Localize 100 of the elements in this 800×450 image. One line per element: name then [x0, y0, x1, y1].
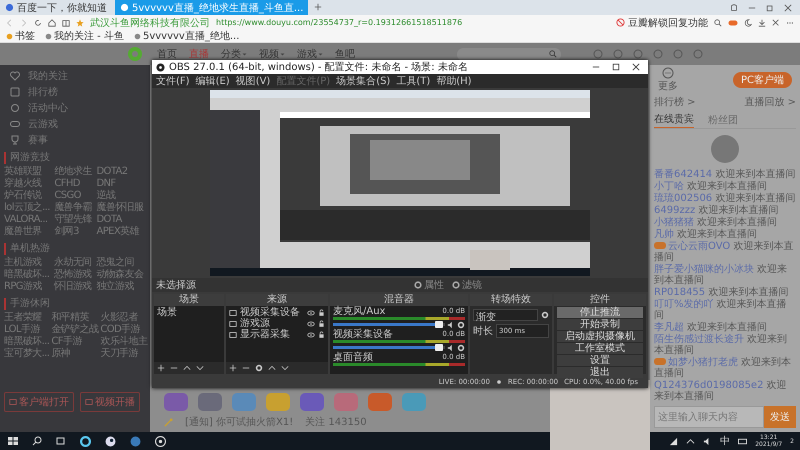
category-link[interactable]: 穿越火线: [4, 178, 52, 190]
category-link[interactable]: 守望先锋: [54, 214, 94, 226]
category-link[interactable]: 魔兽怀旧服: [96, 202, 146, 214]
category-link[interactable]: 炉石传说: [4, 190, 52, 202]
sidebar-link[interactable]: 云游戏: [28, 117, 58, 131]
category-link[interactable]: 魔兽争霸: [54, 202, 94, 214]
site-identity: 武汉斗鱼网络科技有限公司: [90, 16, 210, 30]
nav-link[interactable]: 视频: [259, 47, 285, 61]
panel-link[interactable]: 直播回放 >: [744, 95, 796, 109]
control-button[interactable]: 工作室模式: [557, 343, 643, 354]
sidebar-link[interactable]: 赛事: [28, 133, 48, 147]
chat-input[interactable]: 这里输入聊天内容: [654, 406, 764, 428]
sidebar-link[interactable]: 排行榜: [28, 85, 58, 99]
category-link[interactable]: VALORA...: [4, 214, 52, 226]
browser-tab[interactable]: 5vvvvvv直播_绝地求生直播_斗鱼直...: [115, 0, 308, 15]
nav-link[interactable]: 首页: [157, 47, 177, 61]
gift-icon[interactable]: [402, 393, 426, 411]
category-link[interactable]: 和平精英: [51, 312, 98, 324]
category-link[interactable]: 剑网3: [54, 226, 94, 238]
filter-icon: [452, 281, 460, 289]
nav-link[interactable]: 鱼吧: [335, 47, 355, 61]
bookmark-link[interactable]: 书签: [15, 29, 35, 43]
gift-icon[interactable]: [368, 393, 392, 411]
category-link[interactable]: 魔兽世界: [4, 226, 52, 238]
panel-tab[interactable]: 在线贵宾: [654, 111, 694, 128]
gift-icon[interactable]: [164, 393, 188, 411]
category-link[interactable]: lol云顶之...: [4, 202, 52, 214]
menu-item[interactable]: 视图(V): [236, 74, 270, 88]
category-link[interactable]: 金铲铲之战: [51, 324, 98, 336]
category-link[interactable]: 逆战: [96, 190, 146, 202]
category-link[interactable]: 独立游戏: [96, 281, 146, 293]
category-link[interactable]: DNF: [96, 178, 146, 190]
category-link[interactable]: DOTA2: [96, 166, 146, 178]
send-button[interactable]: 发送: [764, 406, 796, 428]
bookmark-link[interactable]: 5vvvvvv直播_绝地...: [142, 29, 240, 43]
control-button[interactable]: 停止推流: [557, 307, 643, 318]
category-link[interactable]: 恐怖游戏: [54, 269, 94, 281]
category-link[interactable]: 原神: [51, 348, 98, 360]
control-button[interactable]: 开始录制: [557, 319, 643, 330]
gift-icon[interactable]: [198, 393, 222, 411]
gift-icon[interactable]: [300, 393, 324, 411]
category-link[interactable]: 王者荣耀: [4, 312, 50, 324]
category-link[interactable]: 英雄联盟: [4, 166, 52, 178]
scene-item[interactable]: 场景: [157, 307, 221, 318]
search-field[interactable]: [457, 48, 561, 60]
menu-item[interactable]: 编辑(E): [196, 74, 230, 88]
source-status: 未选择源: [156, 278, 197, 292]
menu-item[interactable]: 文件(F): [156, 74, 190, 88]
category-link[interactable]: DOTA: [96, 214, 146, 226]
toolbar-button[interactable]: 属性: [414, 278, 444, 292]
category-link[interactable]: 宝可梦大...: [4, 348, 50, 360]
chat-message: 陌生伤感过渡长途升 欢迎来到本直播间: [654, 334, 788, 356]
category-link[interactable]: 火影忍者: [100, 312, 148, 324]
control-button[interactable]: 设置: [557, 355, 643, 366]
sidebar-link[interactable]: 我的关注: [28, 69, 68, 83]
gift-icon[interactable]: [266, 393, 290, 411]
category-link[interactable]: RPG游戏: [4, 281, 52, 293]
category-link[interactable]: CFHD: [54, 178, 94, 190]
category-link[interactable]: 绝地求生: [54, 166, 94, 178]
transition-select[interactable]: 渐变: [473, 309, 538, 321]
category-link[interactable]: 怀旧游戏: [54, 281, 94, 293]
category-link[interactable]: 恐鬼之间: [96, 257, 146, 269]
gift-icon[interactable]: [334, 393, 358, 411]
category-link[interactable]: LOL手游: [4, 324, 50, 336]
category-link[interactable]: COD手游: [100, 324, 148, 336]
menu-item[interactable]: 工具(T): [396, 74, 430, 88]
category-link[interactable]: 动物森友会: [96, 269, 146, 281]
panel-link[interactable]: 排行榜 >: [654, 95, 696, 109]
category-link[interactable]: 欢乐斗地主: [100, 336, 148, 348]
gift-icon[interactable]: [232, 393, 256, 411]
category-link[interactable]: 暗黑破坏...: [4, 336, 50, 348]
control-button[interactable]: 启动虚拟摄像机: [557, 331, 643, 342]
menu-item[interactable]: 场景集合(S): [336, 74, 390, 88]
category-link[interactable]: 永劫无间: [54, 257, 94, 269]
ime-indicator[interactable]: 中: [720, 434, 730, 448]
menu-item[interactable]: 帮助(H): [436, 74, 472, 88]
address-field[interactable]: https://www.douyu.com/23554737_r=0.19312661518511876: [216, 18, 462, 27]
client-button[interactable]: PC客户端: [732, 72, 792, 88]
nav-link[interactable]: 直播: [189, 47, 209, 61]
category-link[interactable]: CSGO: [54, 190, 94, 202]
category-link[interactable]: 主机游戏: [4, 257, 52, 269]
source-item[interactable]: 游戏源: [240, 318, 304, 329]
category-link[interactable]: CF手游: [51, 336, 98, 348]
source-item[interactable]: 视频采集设备: [240, 307, 304, 318]
category-link[interactable]: APEX英雄: [96, 226, 146, 238]
nav-link[interactable]: 分类: [221, 47, 247, 61]
category-link[interactable]: 暗黑破坏...: [4, 269, 52, 281]
more-button[interactable]: 更多: [658, 67, 678, 93]
promo-link[interactable]: 豆瓣解锁回复功能: [628, 16, 708, 30]
sidebar-link[interactable]: 活动中心: [28, 101, 68, 115]
browser-tab[interactable]: 百度一下，你就知道: [0, 0, 115, 15]
bookmark-link[interactable]: 我的关注 - 斗鱼: [54, 29, 124, 43]
nav-link[interactable]: 游戏: [297, 47, 323, 61]
source-item[interactable]: 显示器采集: [240, 329, 304, 340]
sidebar-button[interactable]: 客户端打开: [4, 392, 74, 412]
category-link[interactable]: 天刀手游: [100, 348, 148, 360]
control-button[interactable]: 退出: [557, 367, 643, 378]
toolbar-button[interactable]: 滤镜: [452, 278, 482, 292]
panel-tab[interactable]: 粉丝团: [708, 111, 738, 128]
sidebar-button[interactable]: 视频开播: [80, 392, 140, 412]
